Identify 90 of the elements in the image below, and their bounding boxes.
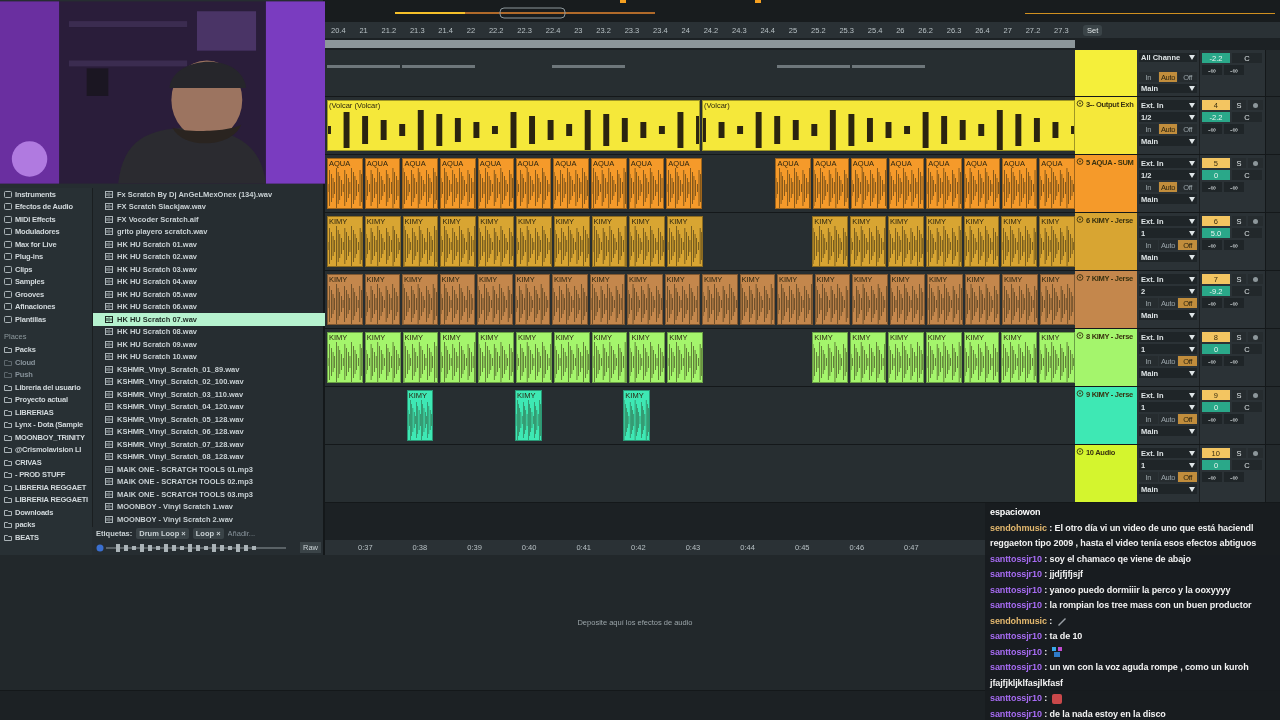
record-icon <box>1253 218 1259 224</box>
caret-icon <box>1189 370 1195 376</box>
arm-button[interactable] <box>1248 274 1263 284</box>
caret-icon <box>1189 312 1195 318</box>
audio-file-icon <box>105 353 113 361</box>
caret-icon <box>1189 428 1195 434</box>
waveform-drawing <box>624 400 649 440</box>
audio-file-icon <box>105 403 113 411</box>
caret-icon <box>1189 196 1195 202</box>
audio-file-icon <box>105 215 113 223</box>
audio-file-icon <box>105 303 113 311</box>
audio-file-icon <box>105 378 113 386</box>
audio-file-icon <box>105 390 113 398</box>
audio-file-icon <box>105 365 113 373</box>
fold-icon[interactable] <box>1076 158 1084 165</box>
chat-separator: : <box>1043 645 1048 659</box>
audio-file-icon <box>105 328 113 336</box>
fold-icon[interactable] <box>1076 332 1084 339</box>
square-icon <box>4 278 12 286</box>
square-icon <box>4 303 12 311</box>
audio-file-icon <box>105 315 113 323</box>
square-icon <box>4 203 12 211</box>
square-icon <box>4 215 12 223</box>
arm-button[interactable] <box>1248 448 1263 458</box>
caret-icon <box>1189 86 1195 91</box>
waveform-drawing <box>407 400 433 440</box>
audio-file-icon <box>105 265 113 273</box>
chat-message: santtossjr10 : ta de 10 <box>990 630 1084 643</box>
chat-message: santtossjr10 : soy el chamaco qe viene de abajo <box>990 552 1192 566</box>
scroll-bar[interactable] <box>325 40 1075 48</box>
audio-file-icon <box>105 503 113 511</box>
chat-message: santtossjr10 : la rompian los tree mass con un buen productor <box>990 599 1253 612</box>
audio-file-icon <box>105 253 113 261</box>
audio-file-icon <box>105 428 113 436</box>
fold-icon[interactable] <box>1076 274 1084 281</box>
square-icon <box>4 228 12 236</box>
chat-username: espaciowon <box>990 506 1042 519</box>
chat-message: santtossjr10 : de la nada estoy en la disco <box>990 707 1167 720</box>
record-icon <box>1253 334 1259 340</box>
record-icon <box>1253 102 1259 108</box>
chat-username: santtossjr10 <box>990 692 1042 705</box>
record-icon <box>1253 160 1259 166</box>
chat-message: santtossjr10 : yanoo puedo dormiiir la perco y la ooxyyyy <box>990 583 1232 597</box>
square-icon <box>4 290 12 298</box>
square-icon <box>4 240 12 248</box>
audio-file-icon <box>105 340 113 348</box>
audio-file-icon <box>105 440 113 448</box>
record-icon <box>1253 450 1259 456</box>
audio-file-icon <box>105 415 113 423</box>
audio-file-icon <box>105 228 113 236</box>
square-icon <box>4 315 12 323</box>
caret-icon <box>1189 138 1195 144</box>
audio-file-icon <box>105 490 113 498</box>
arm-button[interactable] <box>1248 100 1263 110</box>
audio-file-icon <box>105 240 113 248</box>
pixel-art-icon <box>1051 646 1064 659</box>
arm-button[interactable] <box>1248 216 1263 226</box>
fold-icon[interactable] <box>1076 448 1084 455</box>
arm-button[interactable] <box>1248 158 1263 168</box>
audio-file-icon <box>105 290 113 298</box>
chat-separator: : <box>1043 692 1048 705</box>
square-icon <box>4 253 12 261</box>
chat-message: sendohmusic : El otro día vi un video de uno que está haciendl reggaeton tipo 2009 , hasta el video tenía esos efectos abtiguos <box>990 521 1258 550</box>
fold-icon[interactable] <box>1076 216 1084 223</box>
fold-icon[interactable] <box>1076 390 1084 397</box>
audio-file-icon <box>105 465 113 473</box>
knife-icon <box>1056 615 1069 628</box>
chat-separator: : <box>1048 614 1053 628</box>
audio-file-icon <box>105 278 113 286</box>
chat-username: sendohmusic <box>990 614 1047 628</box>
caret-icon <box>1189 254 1195 260</box>
square-icon <box>4 190 12 198</box>
emote-icon <box>1051 692 1064 705</box>
caret-icon <box>1189 55 1195 60</box>
audio-file-icon <box>105 190 113 198</box>
chat-username: santtossjr10 <box>990 645 1042 659</box>
audio-file-icon <box>105 515 113 523</box>
fold-icon[interactable] <box>1076 100 1084 107</box>
record-icon <box>1253 392 1259 398</box>
arm-button[interactable] <box>1248 390 1263 400</box>
record-icon <box>1253 276 1259 282</box>
audio-file-icon <box>105 478 113 486</box>
chat-message: santtossjr10 : un wn con la voz aguda rompe , como un kuroh jfajfjkljklfasjlkfasf <box>990 661 1250 690</box>
arm-button[interactable] <box>1248 332 1263 342</box>
chat-message: santtossjr10 : jjdjfjfjsjf <box>990 568 1084 581</box>
waveform-drawing <box>516 400 541 440</box>
caret-icon <box>1189 486 1195 492</box>
square-icon <box>4 265 12 273</box>
audio-file-icon <box>105 203 113 211</box>
audio-file-icon <box>105 453 113 461</box>
